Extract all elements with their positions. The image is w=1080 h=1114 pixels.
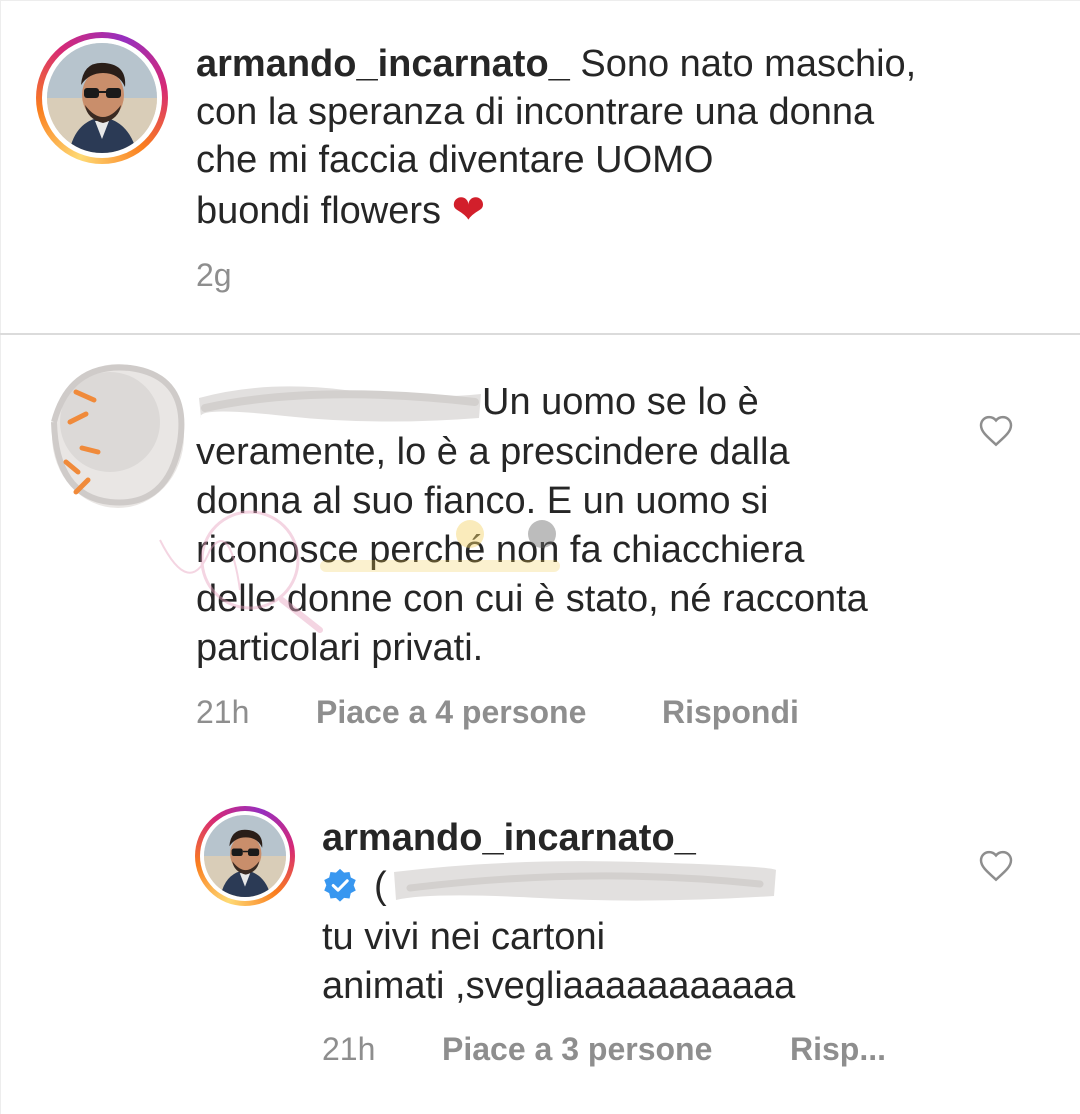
comment-likes-link[interactable]: Piace a 4 persone — [316, 692, 586, 732]
comment-reply-button[interactable]: Rispondi — [662, 692, 799, 732]
reply-like-heart-icon[interactable] — [977, 848, 1015, 882]
redacted-username-scribble — [199, 386, 481, 422]
redacted-avatar-scribble — [51, 364, 185, 508]
profile-photo — [47, 43, 157, 153]
verified-badge-icon — [324, 868, 356, 902]
caption-line-1: armando_incarnato_ Sono nato maschio, — [196, 40, 916, 88]
redacted-mention-scribble — [394, 861, 776, 901]
post-caption: armando_incarnato_ Sono nato maschio, co… — [0, 0, 1080, 333]
heart-emoji-icon: ❤ — [451, 187, 486, 233]
comment-line-1: Un uomo se lo è — [482, 381, 759, 423]
reply-timestamp: 21h — [322, 1031, 376, 1067]
reply-line-2: animati ,svegliaaaaaaaaaaa — [322, 965, 796, 1007]
reply-reply-button[interactable]: Risp... — [790, 1029, 886, 1069]
reply-avatar[interactable] — [195, 806, 295, 906]
comment-timestamp: 21h — [196, 694, 250, 730]
reply-mention-prefix: ( — [374, 865, 387, 907]
caption-text: buondi flowers — [196, 190, 442, 232]
profile-photo — [204, 815, 286, 897]
caption-line-2: con la speranza di incontrare una donna — [196, 91, 875, 133]
caption-avatar[interactable] — [36, 32, 168, 164]
reply-likes-link[interactable]: Piace a 3 persone — [442, 1029, 712, 1069]
reply-line-1: tu vivi nei cartoni — [322, 916, 606, 958]
caption-timestamp: 2g — [196, 257, 232, 293]
caption-text: Sono nato maschio, — [580, 43, 917, 85]
comment-line-2: veramente, lo è a prescindere dalla — [196, 431, 790, 473]
caption-line-3: che mi faccia diventare UOMO — [196, 139, 714, 181]
section-divider — [0, 333, 1080, 335]
comment-like-heart-icon[interactable] — [977, 413, 1015, 447]
watermark-logo — [159, 510, 560, 633]
caption-username[interactable]: armando_incarnato_ — [196, 43, 570, 85]
caption-line-4: buondi flowers ❤ — [196, 186, 485, 235]
